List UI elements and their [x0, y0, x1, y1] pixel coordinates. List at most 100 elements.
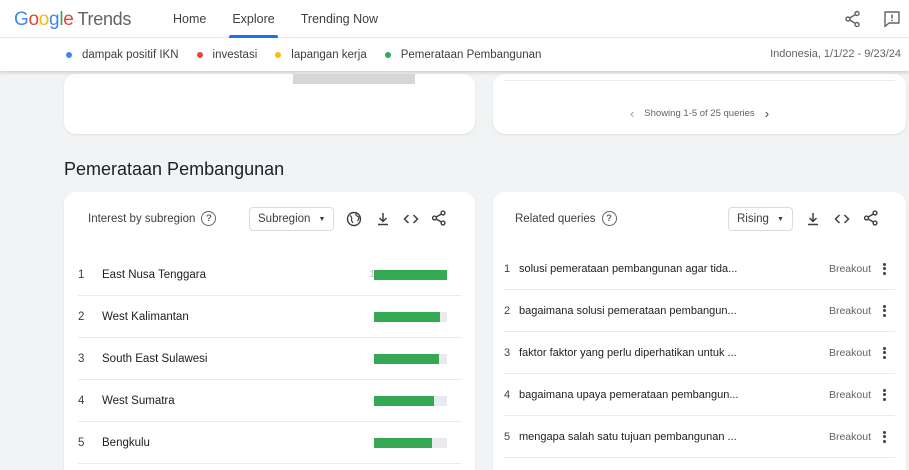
row-rank: 5 [78, 436, 85, 449]
divider [504, 80, 895, 81]
row-name: South East Sulawesi [102, 352, 208, 365]
card-header: Related queries ? Rising ▼ [493, 192, 906, 246]
card-header: Interest by subregion ? Subregion ▼ [64, 192, 475, 246]
term-color-dot [384, 51, 391, 58]
query-status: Breakout [828, 262, 871, 275]
card-title: Interest by subregion ? [88, 211, 217, 226]
more-vert-icon[interactable] [879, 304, 889, 318]
subregion-row[interactable]: 4 West Sumatra 82 [78, 380, 461, 422]
region-date-label: Indonesia, 1/1/22 - 9/23/24 [770, 48, 901, 60]
feedback-icon[interactable] [882, 9, 902, 29]
nav-explore[interactable]: Explore [219, 0, 287, 38]
value-bar [374, 437, 447, 448]
help-icon[interactable]: ? [601, 211, 617, 226]
subregion-row[interactable]: 1 East Nusa Tenggara 100 [78, 254, 461, 296]
download-icon[interactable] [374, 210, 392, 228]
query-text: bagaimana upaya pemerataan pembangun... [519, 388, 739, 401]
embed-icon[interactable] [833, 210, 851, 228]
term-color-dot [275, 51, 282, 58]
download-icon[interactable] [804, 210, 822, 228]
embed-icon[interactable] [402, 210, 420, 228]
card-title: Related queries ? [515, 211, 617, 226]
row-name: West Sumatra [102, 394, 175, 407]
row-name: Bengkulu [102, 436, 150, 449]
share-icon[interactable] [843, 9, 863, 29]
row-name: West Kalimantan [102, 310, 189, 323]
query-text: solusi pemerataan pembangunan agar tida.… [519, 262, 738, 275]
value-bar [374, 395, 447, 406]
logo-letter: G [14, 9, 29, 30]
row-name: East Nusa Tenggara [102, 268, 206, 281]
prev-map-card [64, 74, 475, 134]
help-icon[interactable]: ? [201, 211, 217, 226]
row-rank: 2 [78, 310, 85, 323]
query-row[interactable]: 1 solusi pemerataan pembangunan agar tid… [504, 248, 895, 290]
logo-letter: o [38, 9, 50, 30]
logo-letter: o [28, 9, 39, 30]
subregion-row[interactable]: 3 South East Sulawesi 89 [78, 338, 461, 380]
term-color-dot [66, 51, 72, 58]
term-label: investasi [212, 48, 258, 61]
value-bar-fill [374, 395, 434, 406]
caret-down-icon: ▼ [318, 215, 326, 223]
prev-queries-card: ‹ Showing 1-5 of 25 queries › [493, 74, 906, 134]
google-trends-logo[interactable]: Google Trends [14, 9, 131, 31]
more-vert-icon[interactable] [879, 346, 889, 360]
card-title-text: Related queries [515, 212, 596, 225]
related-queries-card: Related queries ? Rising ▼ 1 solusi peme… [493, 192, 906, 470]
nav-home[interactable]: Home [160, 0, 219, 38]
query-row[interactable]: 2 bagaimana solusi pemerataan pembangun.… [504, 290, 895, 332]
term-label: dampak positif IKN [82, 48, 179, 61]
compare-terms: dampak positif IKN investasi lapangan ke… [66, 38, 559, 71]
row-rank: 3 [78, 352, 85, 365]
logo-letter: g [49, 9, 60, 30]
subregion-dropdown[interactable]: Subregion ▼ [249, 207, 335, 231]
query-status: Breakout [828, 304, 871, 317]
share-icon[interactable] [862, 209, 880, 227]
logo-letter: e [63, 9, 74, 30]
more-vert-icon[interactable] [879, 430, 889, 444]
query-row[interactable]: 3 faktor faktor yang perlu diperhatikan … [504, 332, 895, 374]
value-bar-fill [374, 437, 433, 448]
row-rank: 4 [504, 388, 511, 401]
compare-term[interactable]: investasi [196, 48, 258, 61]
nav-trending-now[interactable]: Trending Now [288, 0, 391, 38]
subregion-row[interactable]: 2 West Kalimantan 91 [78, 296, 461, 338]
compare-term[interactable]: lapangan kerja [275, 48, 367, 61]
query-text: faktor faktor yang perlu diperhatikan un… [519, 346, 737, 359]
map-fragment [293, 74, 415, 84]
row-rank: 3 [504, 346, 511, 359]
main-nav: Home Explore Trending Now [160, 0, 391, 38]
rising-dropdown[interactable]: Rising ▼ [728, 207, 793, 231]
query-text: bagaimana solusi pemerataan pembangun... [519, 304, 737, 317]
value-bar-fill [374, 353, 439, 364]
row-rank: 5 [504, 430, 511, 443]
query-row[interactable]: 5 mengapa salah satu tujuan pembangunan … [504, 416, 895, 458]
row-rank: 4 [78, 394, 85, 407]
compare-term[interactable]: dampak positif IKN [66, 49, 179, 61]
query-row[interactable]: 4 bagaimana upaya pemerataan pembangun..… [504, 374, 895, 416]
compare-bar: dampak positif IKN investasi lapangan ke… [0, 38, 909, 71]
query-status: Breakout [828, 346, 871, 359]
share-icon[interactable] [430, 209, 448, 227]
value-bar [374, 269, 447, 280]
query-text: mengapa salah satu tujuan pembangunan ..… [519, 430, 737, 443]
pager-text: Showing 1-5 of 25 queries [644, 108, 755, 119]
pager-prev-icon[interactable]: ‹ [630, 106, 634, 121]
subregion-row[interactable]: 5 Bengkulu 80 [78, 422, 461, 464]
value-bar-fill [374, 269, 447, 280]
logo-google: Google [14, 9, 74, 31]
term-label: Pemerataan Pembangunan [400, 48, 542, 61]
card-title-text: Interest by subregion [88, 212, 196, 225]
caret-down-icon: ▼ [776, 215, 784, 223]
row-rank: 2 [504, 304, 511, 317]
term-label: lapangan kerja [291, 48, 367, 61]
more-vert-icon[interactable] [879, 388, 889, 402]
globe-icon[interactable] [345, 210, 363, 228]
pager-next-icon[interactable]: › [765, 106, 769, 121]
compare-term[interactable]: Pemerataan Pembangunan [384, 48, 542, 61]
value-bar [374, 353, 447, 364]
more-vert-icon[interactable] [879, 262, 889, 276]
interest-by-subregion-card: Interest by subregion ? Subregion ▼ 1 Ea… [64, 192, 475, 470]
value-bar [374, 311, 447, 322]
